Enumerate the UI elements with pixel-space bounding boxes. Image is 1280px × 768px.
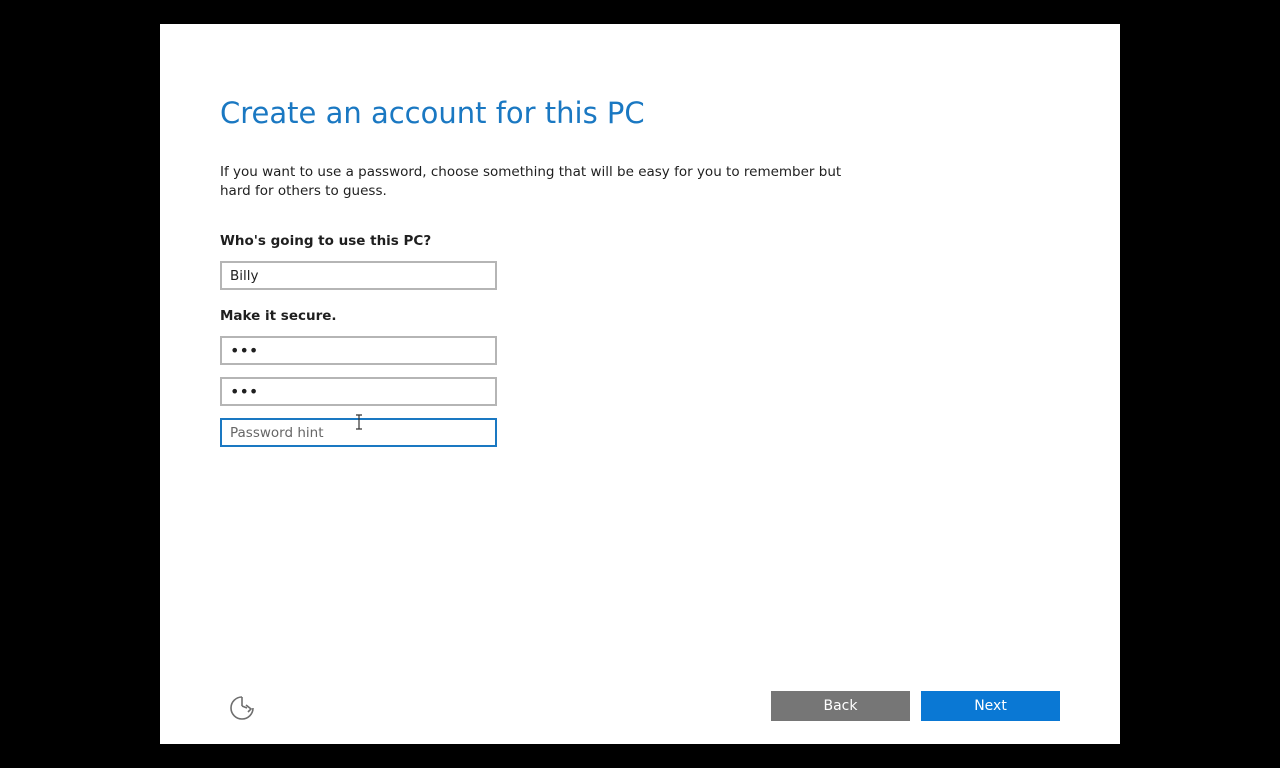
back-button[interactable]: Back xyxy=(771,691,910,721)
next-button[interactable]: Next xyxy=(921,691,1060,721)
username-field[interactable] xyxy=(220,261,497,290)
intro-text: If you want to use a password, choose so… xyxy=(220,164,842,199)
page-title: Create an account for this PC xyxy=(220,96,645,130)
secure-label: Make it secure. xyxy=(220,308,337,324)
text-cursor-icon xyxy=(356,414,362,430)
user-label: Who's going to use this PC? xyxy=(220,233,432,249)
confirm-password-field[interactable] xyxy=(220,377,497,406)
password-field[interactable] xyxy=(220,336,497,365)
setup-panel: Create an account for this PC If you wan… xyxy=(160,24,1120,744)
ease-of-access-icon[interactable] xyxy=(228,694,256,722)
